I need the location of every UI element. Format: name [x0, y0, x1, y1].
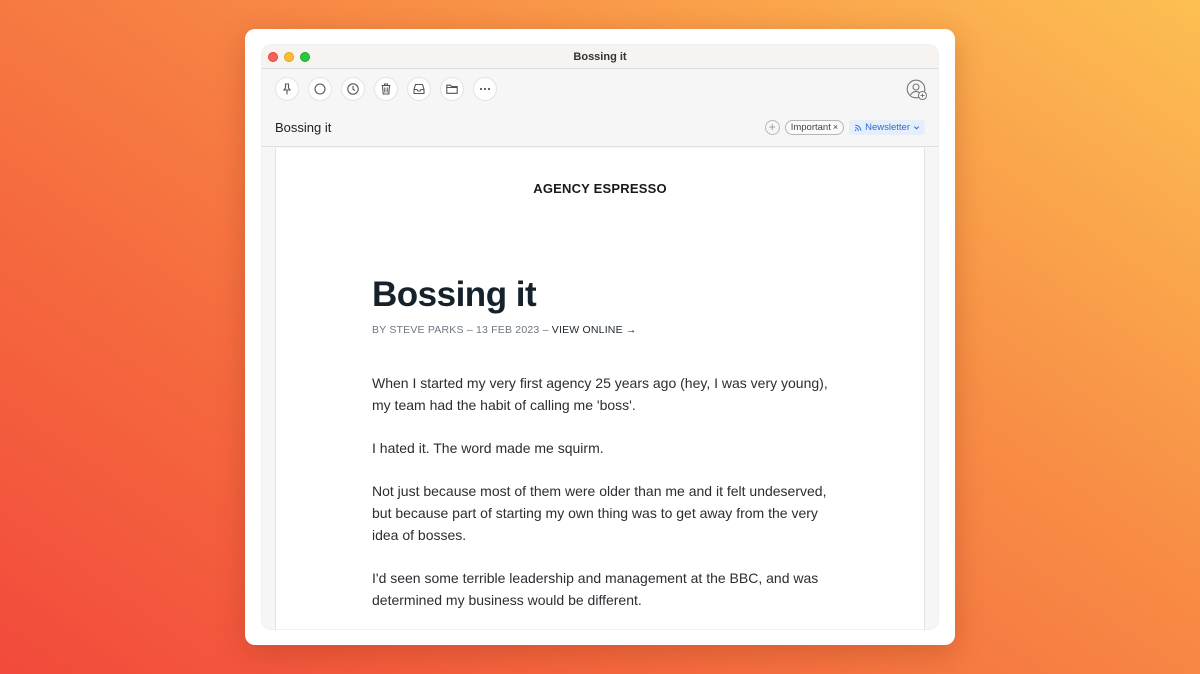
email-subject: Bossing it — [275, 120, 332, 135]
article-body: When I started my very first agency 25 y… — [372, 372, 842, 611]
article: Bossing it BY STEVE PARKS – 13 FEB 2023 … — [372, 274, 842, 629]
title-bar: Bossing it — [262, 45, 938, 69]
more-actions-button[interactable] — [473, 77, 497, 101]
category-dropdown[interactable]: Newsletter — [849, 120, 925, 135]
delete-button[interactable] — [374, 77, 398, 101]
add-tag-button[interactable]: + — [764, 120, 780, 135]
category-label: Newsletter — [865, 122, 910, 133]
clock-icon — [347, 83, 359, 95]
archive-button[interactable] — [407, 77, 431, 101]
newsletter-brand: AGENCY ESPRESSO — [533, 181, 667, 196]
tag-label: Important — [790, 122, 831, 133]
folder-icon — [446, 84, 458, 94]
chevron-down-icon — [913, 126, 920, 130]
pin-icon — [282, 83, 292, 95]
mail-window: Bossing it Bossing it + Important × News… — [262, 45, 938, 629]
window-controls — [268, 52, 310, 62]
tag-important[interactable]: Important × — [784, 120, 845, 135]
minimize-window-button[interactable] — [284, 52, 294, 62]
add-contact-icon — [906, 79, 928, 101]
snooze-button[interactable] — [341, 77, 365, 101]
article-paragraph: Not just because most of them were older… — [372, 483, 827, 543]
article-paragraph: I'd seen some terrible leadership and ma… — [372, 570, 819, 608]
email-body-pane: AGENCY ESPRESSO Bossing it BY STEVE PARK… — [275, 148, 925, 629]
inbox-icon — [413, 83, 425, 95]
article-meta: BY STEVE PARKS – 13 FEB 2023 – VIEW ONLI… — [372, 324, 842, 336]
window-title: Bossing it — [573, 51, 627, 63]
trash-icon — [381, 83, 391, 95]
subject-bar: Bossing it + Important × Newsletter — [262, 109, 938, 147]
article-byline: BY STEVE PARKS – 13 FEB 2023 – — [372, 324, 552, 336]
article-headline: Bossing it — [372, 275, 537, 314]
more-icon — [479, 87, 491, 91]
circle-icon — [314, 83, 326, 95]
tag-area: + Important × Newsletter — [764, 120, 925, 135]
close-window-button[interactable] — [268, 52, 278, 62]
rss-icon — [855, 124, 862, 131]
article-paragraph: When I started my very first agency 25 y… — [372, 375, 828, 413]
move-to-folder-button[interactable] — [440, 77, 464, 101]
view-online-link[interactable]: VIEW ONLINE → — [552, 324, 637, 336]
pin-button[interactable] — [275, 77, 299, 101]
remove-tag-button[interactable]: × — [833, 122, 838, 132]
mark-unread-button[interactable] — [308, 77, 332, 101]
article-paragraph: I hated it. The word made me squirm. — [372, 440, 604, 456]
zoom-window-button[interactable] — [300, 52, 310, 62]
add-contact-button[interactable] — [906, 79, 928, 101]
toolbar — [262, 69, 938, 109]
